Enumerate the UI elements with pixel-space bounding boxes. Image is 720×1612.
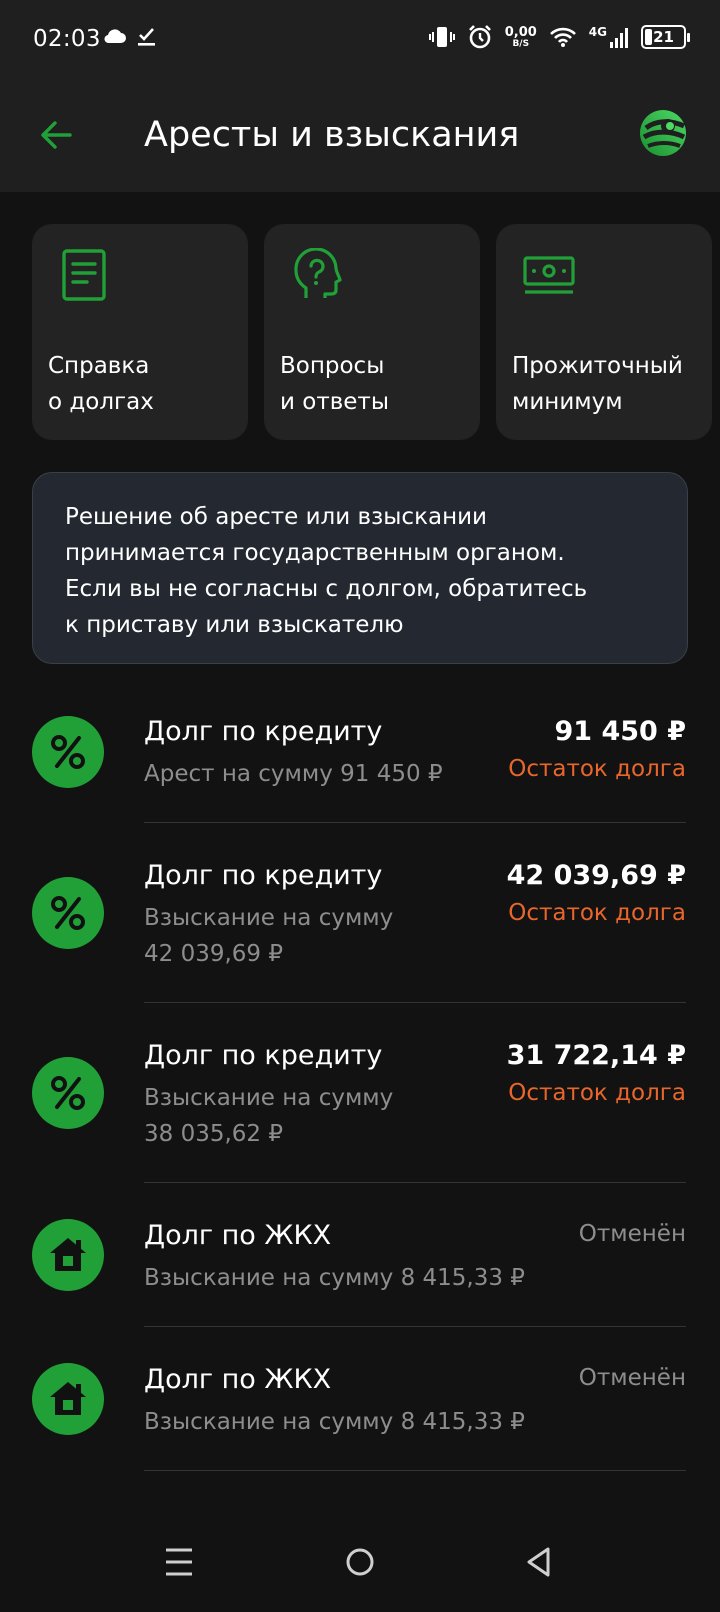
debts-list: Долг по кредиту Арест на сумму 91 450 ₽ … — [0, 680, 720, 1579]
debt-title: Долг по ЖКХ — [144, 1364, 332, 1395]
debt-avatar — [32, 716, 104, 788]
house-icon — [50, 1238, 86, 1271]
debt-item[interactable]: Долг по кредиту Арест на сумму 91 450 ₽ … — [0, 680, 720, 823]
quick-actions: Справка о долгах Вопросы и ответы Прожит… — [32, 224, 712, 440]
sber-logo-icon — [640, 110, 686, 156]
system-nav-bar — [0, 1516, 720, 1612]
debt-item[interactable]: Долг по ЖКХ Взыскание на сумму 8 415,33 … — [0, 1183, 720, 1327]
notice-line: Решение об аресте или взыскании — [65, 504, 487, 530]
debt-status: Отменён — [578, 1221, 686, 1247]
tile-label: Прожиточный минимум — [512, 353, 683, 415]
network-speed-unit: B/S — [512, 38, 530, 49]
battery-level: 21 — [653, 28, 674, 46]
debt-subtitle: Взыскание на сумму — [144, 905, 394, 931]
tile-label: Вопросы и ответы — [280, 353, 389, 415]
network-speed-value: 0,00 — [504, 24, 537, 40]
question-head-icon — [294, 248, 342, 298]
percent-icon — [51, 1076, 85, 1110]
debt-avatar — [32, 1219, 104, 1291]
info-notice: Решение об аресте или взыскании принимае… — [32, 472, 688, 664]
debt-title: Долг по ЖКХ — [144, 1220, 332, 1251]
debt-item[interactable]: Долг по ЖКХ Взыскание на сумму 8 415,33 … — [0, 1327, 720, 1471]
notice-line: Если вы не согласны с долгом, обратитесь — [65, 576, 588, 602]
status-time: 02:03 — [33, 26, 101, 52]
debt-amount: 91 450 ₽ — [554, 716, 686, 747]
network-speed: 0,00 B/S — [505, 26, 537, 49]
notice-line: принимается государственным органом. — [65, 540, 565, 566]
signal-icon — [610, 28, 628, 48]
debt-subtitle: Взыскание на сумму 8 415,33 ₽ — [144, 1265, 525, 1291]
debt-subtitle: 42 039,69 ₽ — [144, 941, 283, 967]
debt-title: Долг по кредиту — [144, 860, 383, 891]
debt-subtitle: Арест на сумму 91 450 ₽ — [144, 761, 443, 787]
page-title: Аресты и взыскания — [144, 115, 520, 155]
debt-status: Остаток долга — [508, 1080, 686, 1106]
alarm-icon — [468, 25, 491, 49]
tile-debt-certificate[interactable]: Справка о долгах — [32, 224, 248, 440]
debt-item[interactable]: Долг по кредиту Взыскание на сумму 38 03… — [0, 1003, 720, 1183]
notice-line: к приставу или взыскателю — [65, 612, 404, 638]
debt-avatar — [32, 1363, 104, 1435]
debt-avatar — [32, 877, 104, 949]
debt-amount: 31 722,14 ₽ — [506, 1040, 686, 1071]
debt-subtitle: Взыскание на сумму — [144, 1085, 394, 1111]
tile-living-wage[interactable]: Прожиточный минимум — [496, 224, 712, 440]
document-icon — [62, 249, 106, 301]
percent-icon — [51, 735, 85, 769]
menu-icon[interactable] — [164, 1546, 194, 1578]
app-bar: Аресты и взыскания — [0, 82, 720, 192]
debt-subtitle: 38 035,62 ₽ — [144, 1121, 283, 1147]
debt-item[interactable]: Долг по кредиту Взыскание на сумму 42 03… — [0, 823, 720, 1003]
debt-subtitle: Взыскание на сумму 8 415,33 ₽ — [144, 1409, 525, 1435]
debt-status: Остаток долга — [508, 900, 686, 926]
tile-faq[interactable]: Вопросы и ответы — [264, 224, 480, 440]
debt-status: Остаток долга — [508, 756, 686, 782]
percent-icon — [51, 896, 85, 930]
debt-title: Долг по кредиту — [144, 1040, 383, 1071]
back-arrow-icon[interactable] — [36, 115, 76, 155]
banknote-icon — [523, 256, 575, 294]
checklist-icon — [138, 28, 155, 46]
home-circle-icon[interactable] — [344, 1546, 376, 1578]
list-clip — [0, 1480, 720, 1520]
cloud-icon — [104, 29, 126, 44]
back-triangle-icon[interactable] — [524, 1546, 554, 1578]
status-bar: 02:03 0,00 B/S 4G 21 — [0, 0, 720, 82]
tile-label: Справка о долгах — [48, 353, 154, 415]
house-icon — [50, 1382, 86, 1415]
debt-avatar — [32, 1057, 104, 1129]
network-type: 4G — [588, 25, 607, 39]
battery-indicator: 21 — [641, 25, 690, 49]
debt-status: Отменён — [578, 1365, 686, 1391]
debt-amount: 42 039,69 ₽ — [506, 860, 686, 891]
wifi-icon — [549, 27, 576, 47]
debt-title: Долг по кредиту — [144, 716, 383, 747]
vibrate-icon — [428, 27, 455, 47]
